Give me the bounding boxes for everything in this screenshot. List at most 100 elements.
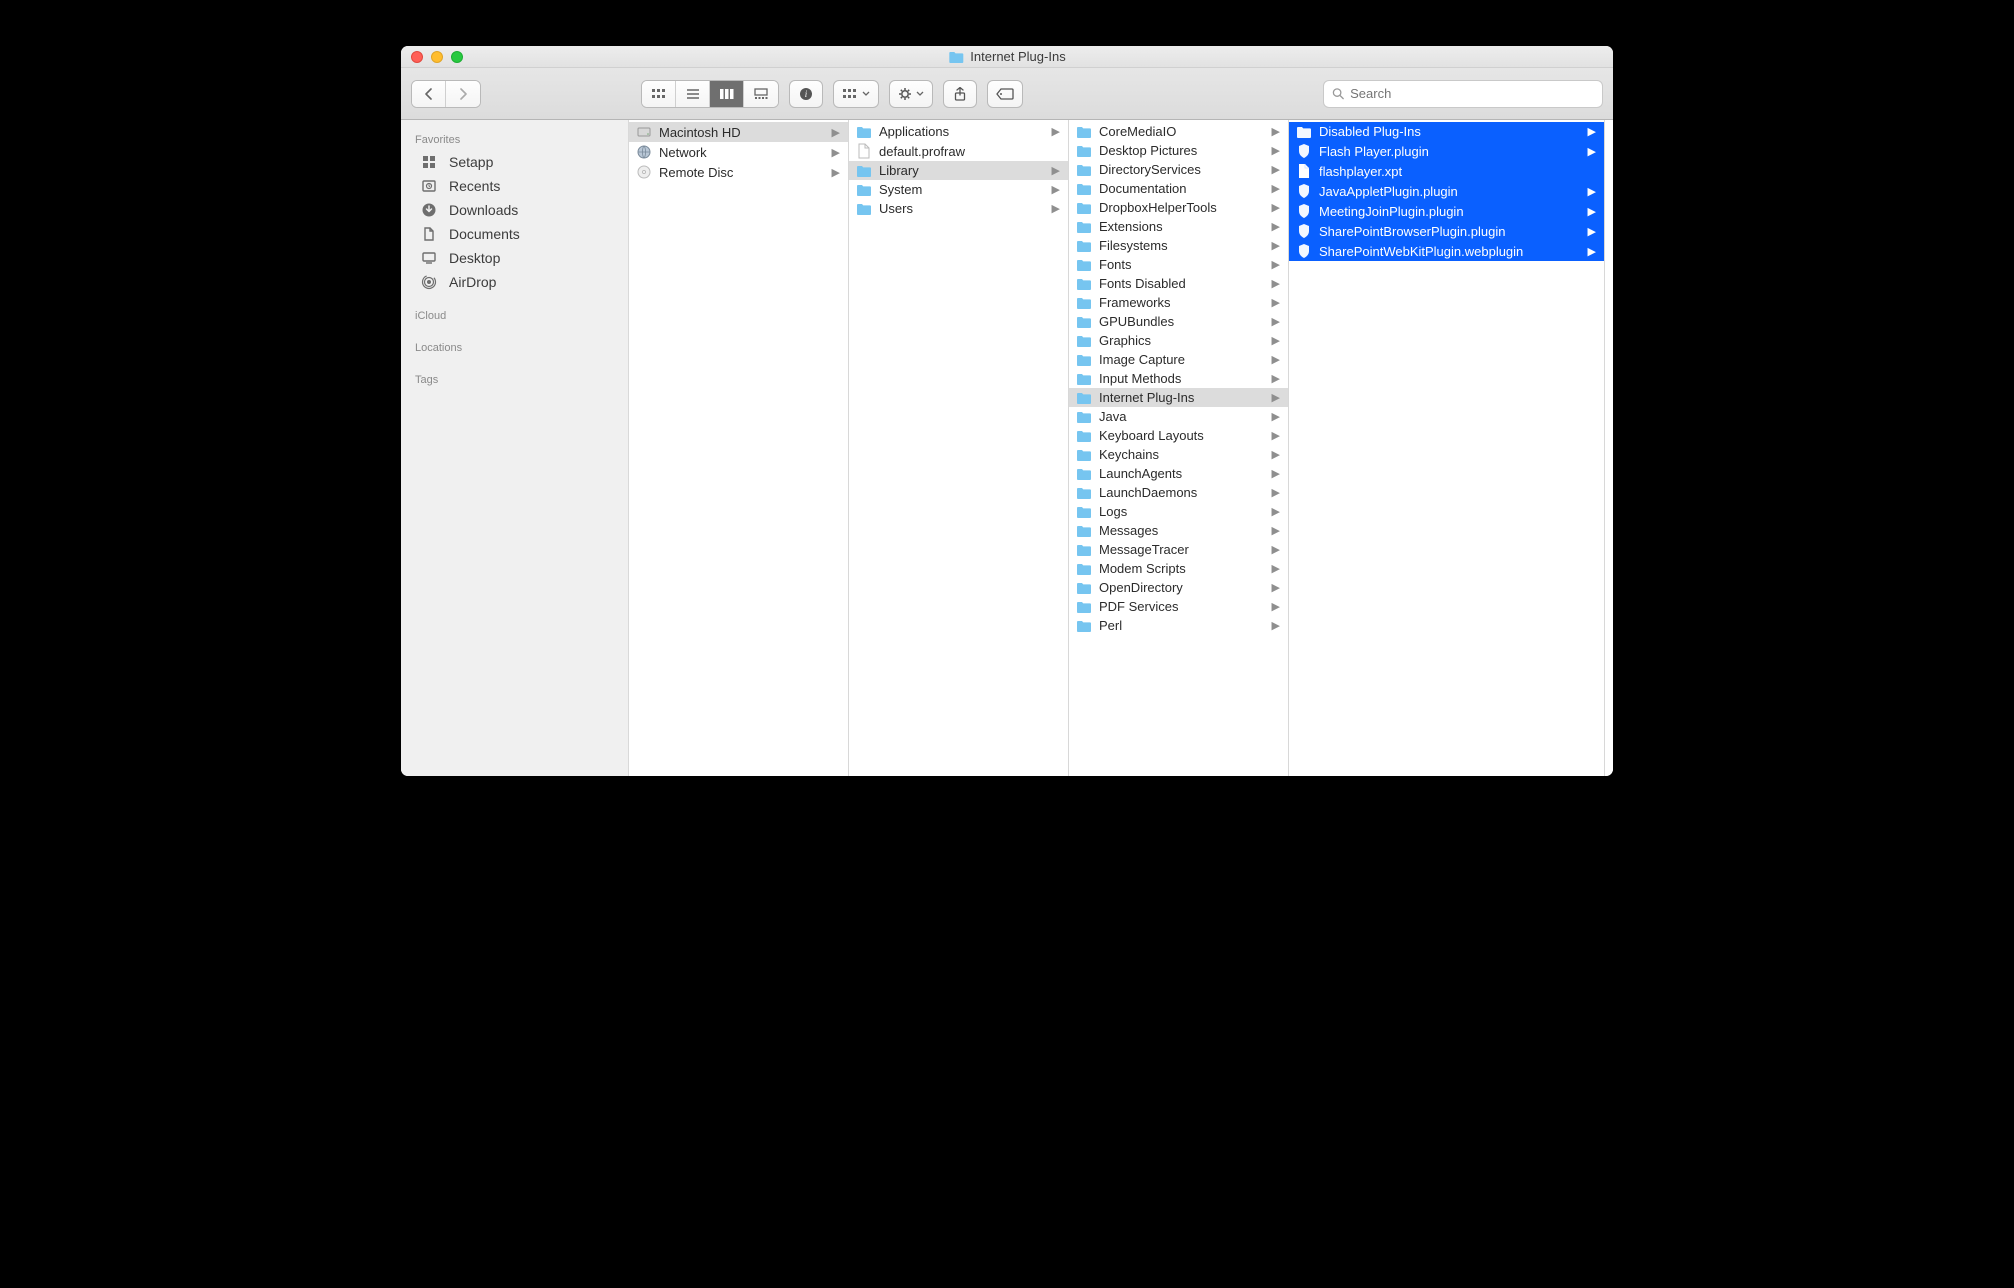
chevron-right-icon: ▶ <box>1272 448 1282 461</box>
finder-body: FavoritesSetappRecentsDownloadsDocuments… <box>401 120 1613 776</box>
chevron-right-icon: ▶ <box>1272 315 1282 328</box>
search-input[interactable] <box>1350 86 1594 101</box>
sidebar-item-airdrop[interactable]: AirDrop <box>401 270 628 294</box>
search-field[interactable] <box>1323 80 1603 108</box>
list-item[interactable]: Fonts▶ <box>1069 255 1288 274</box>
column-view-button[interactable] <box>710 81 744 107</box>
gallery-view-button[interactable] <box>744 81 778 107</box>
list-item[interactable]: Desktop Pictures▶ <box>1069 141 1288 160</box>
list-item[interactable]: Filesystems▶ <box>1069 236 1288 255</box>
list-item-label: Java <box>1099 409 1266 424</box>
list-item[interactable]: flashplayer.xpt <box>1289 161 1604 181</box>
list-item-label: Flash Player.plugin <box>1319 144 1582 159</box>
list-item-label: Library <box>879 163 1046 178</box>
list-item-label: Keyboard Layouts <box>1099 428 1266 443</box>
list-item[interactable]: Applications▶ <box>849 122 1068 141</box>
list-item[interactable]: System▶ <box>849 180 1068 199</box>
list-item[interactable]: Disabled Plug-Ins▶ <box>1289 122 1604 141</box>
desktop-icon <box>419 250 439 266</box>
sidebar-item-setapp[interactable]: Setapp <box>401 150 628 174</box>
list-item[interactable]: DropboxHelperTools▶ <box>1069 198 1288 217</box>
list-item[interactable]: Network▶ <box>629 142 848 162</box>
list-item[interactable]: Java ▶ <box>1069 407 1288 426</box>
window-controls <box>401 51 463 63</box>
action-menu-button[interactable] <box>889 80 933 108</box>
chevron-right-icon: ▶ <box>1272 334 1282 347</box>
sidebar-item-recents[interactable]: Recents <box>401 174 628 198</box>
chevron-right-icon: ▶ <box>1272 353 1282 366</box>
chevron-right-icon: ▶ <box>1272 391 1282 404</box>
group-by-button[interactable] <box>833 80 879 108</box>
list-item[interactable]: Frameworks▶ <box>1069 293 1288 312</box>
plugin-icon <box>1295 143 1313 159</box>
list-item[interactable]: Users▶ <box>849 199 1068 218</box>
sidebar-section-title: Locations <box>401 336 628 358</box>
list-item[interactable]: JavaAppletPlugin.plugin▶ <box>1289 181 1604 201</box>
list-item[interactable]: CoreMediaIO▶ <box>1069 122 1288 141</box>
plugin-icon <box>1295 243 1313 259</box>
folder-sys-icon <box>855 184 873 196</box>
chevron-right-icon: ▶ <box>1272 429 1282 442</box>
list-item[interactable]: SharePointWebKitPlugin.webplugin▶ <box>1289 241 1604 261</box>
sidebar-item-label: Desktop <box>449 250 500 266</box>
forward-button[interactable] <box>446 81 480 107</box>
tags-button[interactable] <box>987 80 1023 108</box>
list-item[interactable]: Remote Disc▶ <box>629 162 848 182</box>
list-item[interactable]: GPUBundles▶ <box>1069 312 1288 331</box>
list-item[interactable]: LaunchDaemons▶ <box>1069 483 1288 502</box>
list-item[interactable]: SharePointBrowserPlugin.plugin▶ <box>1289 221 1604 241</box>
list-item[interactable]: Extensions▶ <box>1069 217 1288 236</box>
chevron-right-icon: ▶ <box>832 146 842 159</box>
list-item[interactable]: Fonts Disabled▶ <box>1069 274 1288 293</box>
list-item[interactable]: MessageTracer▶ <box>1069 540 1288 559</box>
minimize-window-button[interactable] <box>431 51 443 63</box>
list-item[interactable]: LaunchAgents▶ <box>1069 464 1288 483</box>
column-3: Disabled Plug-Ins▶Flash Player.plugin▶fl… <box>1289 120 1605 776</box>
folder-icon <box>1075 411 1093 423</box>
list-item[interactable]: Library▶ <box>849 161 1068 180</box>
chevron-right-icon: ▶ <box>1272 562 1282 575</box>
list-item[interactable]: Input Methods▶ <box>1069 369 1288 388</box>
list-item[interactable]: Documentation▶ <box>1069 179 1288 198</box>
sidebar-item-desktop[interactable]: Desktop <box>401 246 628 270</box>
list-item[interactable]: DirectoryServices▶ <box>1069 160 1288 179</box>
list-item-label: Perl <box>1099 618 1266 633</box>
list-item-label: MeetingJoinPlugin.plugin <box>1319 204 1582 219</box>
list-item[interactable]: Image Capture▶ <box>1069 350 1288 369</box>
list-item[interactable]: Keychains▶ <box>1069 445 1288 464</box>
list-item-label: CoreMediaIO <box>1099 124 1266 139</box>
list-item[interactable]: PDF Services▶ <box>1069 597 1288 616</box>
list-item[interactable]: Flash Player.plugin▶ <box>1289 141 1604 161</box>
sidebar-item-documents[interactable]: Documents <box>401 222 628 246</box>
download-icon <box>419 202 439 218</box>
list-view-button[interactable] <box>676 81 710 107</box>
list-item[interactable]: Graphics▶ <box>1069 331 1288 350</box>
toolbar: i <box>401 68 1613 120</box>
zoom-window-button[interactable] <box>451 51 463 63</box>
chevron-right-icon: ▶ <box>1272 410 1282 423</box>
list-item-label: Frameworks <box>1099 295 1266 310</box>
get-info-button[interactable]: i <box>789 80 823 108</box>
back-button[interactable] <box>412 81 446 107</box>
folder-icon <box>1295 126 1313 138</box>
share-button[interactable] <box>943 80 977 108</box>
folder-icon <box>1075 335 1093 347</box>
list-item[interactable]: MeetingJoinPlugin.plugin▶ <box>1289 201 1604 221</box>
folder-icon <box>1075 145 1093 157</box>
list-item[interactable]: Perl ▶ <box>1069 616 1288 635</box>
list-item-label: Fonts <box>1099 257 1266 272</box>
list-item[interactable]: OpenDirectory▶ <box>1069 578 1288 597</box>
list-item[interactable]: default.profraw <box>849 141 1068 161</box>
list-item[interactable]: Messages▶ <box>1069 521 1288 540</box>
list-item[interactable]: Keyboard Layouts ▶ <box>1069 426 1288 445</box>
chevron-right-icon: ▶ <box>1272 619 1282 632</box>
list-item[interactable]: Modem Scripts▶ <box>1069 559 1288 578</box>
list-item[interactable]: Logs▶ <box>1069 502 1288 521</box>
list-item-label: Applications <box>879 124 1046 139</box>
list-item[interactable]: Macintosh HD▶ <box>629 122 848 142</box>
close-window-button[interactable] <box>411 51 423 63</box>
list-item[interactable]: Internet Plug-Ins▶ <box>1069 388 1288 407</box>
sidebar-section-title: Tags <box>401 368 628 390</box>
icon-view-button[interactable] <box>642 81 676 107</box>
sidebar-item-downloads[interactable]: Downloads <box>401 198 628 222</box>
